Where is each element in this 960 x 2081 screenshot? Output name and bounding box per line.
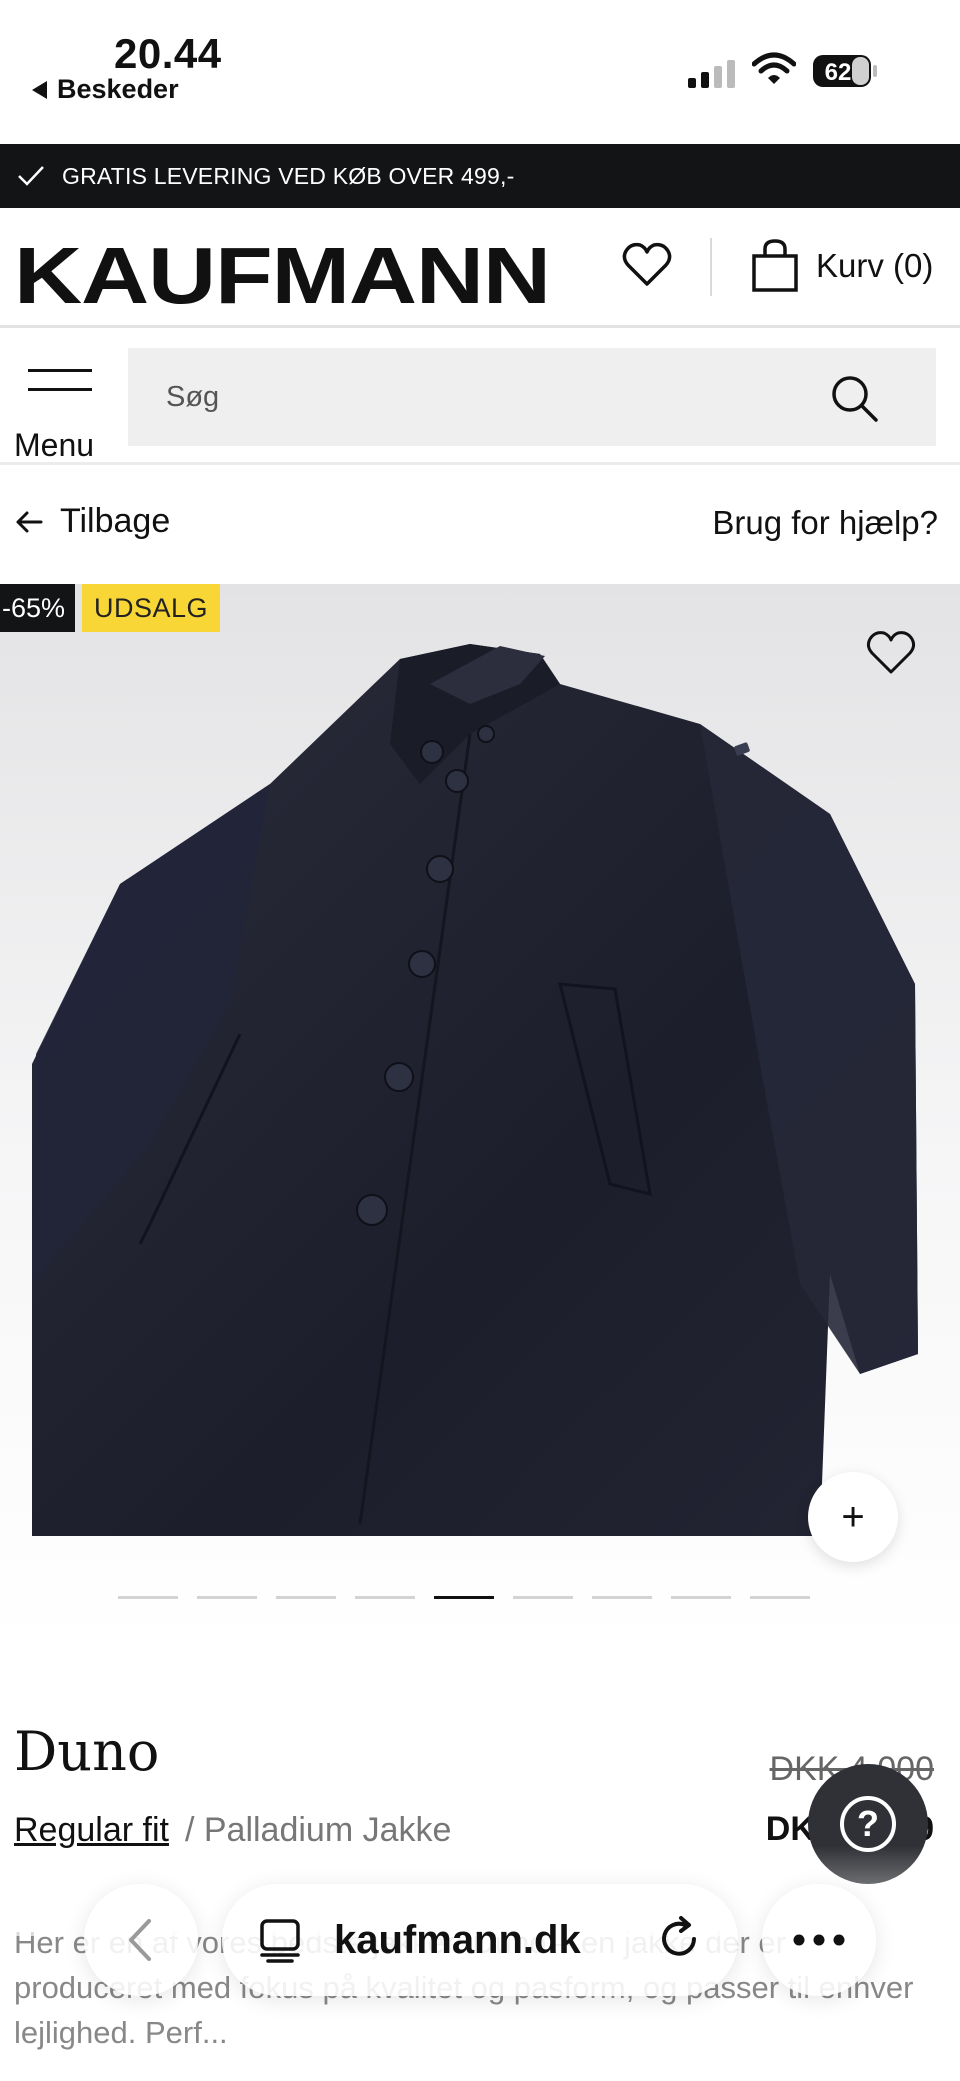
browser-more-button[interactable] (762, 1884, 876, 1996)
status-time: 20.44 (114, 30, 222, 77)
browser-domain: kaufmann.dk (334, 1917, 581, 1962)
help-link[interactable]: Brug for hjælp? (712, 504, 938, 542)
gallery-dot-active[interactable] (434, 1596, 494, 1599)
browser-back-button[interactable] (84, 1884, 198, 1996)
back-to-app-link[interactable]: Beskeder (32, 74, 179, 105)
reload-icon[interactable] (654, 1914, 704, 1964)
gallery-dot[interactable] (592, 1596, 652, 1599)
battery-level: 62 (825, 59, 852, 86)
gallery-dot[interactable] (197, 1596, 257, 1599)
product-gallery[interactable]: -65% UDSALG + (0, 584, 960, 1644)
back-button[interactable]: Tilbage (14, 502, 170, 541)
cart-button[interactable]: Kurv (0) (750, 236, 933, 296)
browser-address-bar[interactable]: kaufmann.dk (222, 1884, 738, 1996)
battery-icon: 62 (812, 54, 878, 88)
wishlist-heart-icon[interactable] (620, 238, 674, 292)
menu-button[interactable]: Menu (14, 361, 106, 463)
gallery-pagination (118, 1596, 818, 1600)
chevron-left-icon (129, 1919, 151, 1961)
fit-link[interactable]: Regular fit (14, 1811, 169, 1850)
promo-banner: GRATIS LEVERING VED KØB OVER 499,- (0, 144, 960, 208)
back-triangle-icon (32, 80, 47, 99)
shopping-bag-icon (752, 239, 798, 292)
plus-icon: + (841, 1494, 865, 1539)
back-app-label: Beskeder (57, 74, 179, 104)
product-image (32, 644, 918, 1536)
cellular-signal-icon (688, 60, 735, 88)
page-nav-row: Tilbage Brug for hjælp? (0, 468, 960, 584)
gallery-dot[interactable] (276, 1596, 336, 1599)
search-input[interactable] (128, 348, 848, 446)
arrow-left-icon (16, 511, 43, 532)
back-label: Tilbage (60, 502, 171, 540)
promo-text: GRATIS LEVERING VED KØB OVER 499,- (62, 162, 515, 189)
product-category: / Palladium Jakke (184, 1811, 452, 1849)
site-header: KAUFMANN Kurv (0) (0, 208, 960, 328)
tabs-icon (260, 1919, 300, 1963)
checkmark-icon (18, 166, 44, 186)
discount-badge: -65% (0, 584, 76, 632)
status-bar: 20.44 Beskeder 62 (0, 0, 960, 144)
favorite-heart-icon[interactable] (864, 628, 918, 678)
search-icon[interactable] (828, 372, 882, 426)
header-divider (710, 238, 712, 296)
product-meta: Regular fit / Palladium Jakke (14, 1811, 451, 1850)
product-name: Duno (14, 1720, 160, 1783)
gallery-dot[interactable] (118, 1596, 178, 1599)
gallery-dot[interactable] (355, 1596, 415, 1599)
question-mark-icon: ? (840, 1796, 896, 1852)
wifi-icon (752, 52, 796, 84)
gallery-dot[interactable] (750, 1596, 810, 1599)
site-logo[interactable]: KAUFMANN (14, 228, 551, 324)
hamburger-icon (28, 369, 92, 407)
cart-label: Kurv (0) (816, 247, 934, 284)
gallery-dot[interactable] (513, 1596, 573, 1599)
search-bar-row: Menu (0, 331, 960, 465)
search-box (128, 348, 936, 446)
more-dots-icon (793, 1934, 845, 1946)
zoom-plus-button[interactable]: + (808, 1472, 898, 1562)
sale-badge: UDSALG (82, 584, 221, 632)
gallery-dot[interactable] (671, 1596, 731, 1599)
menu-label: Menu (14, 427, 95, 463)
